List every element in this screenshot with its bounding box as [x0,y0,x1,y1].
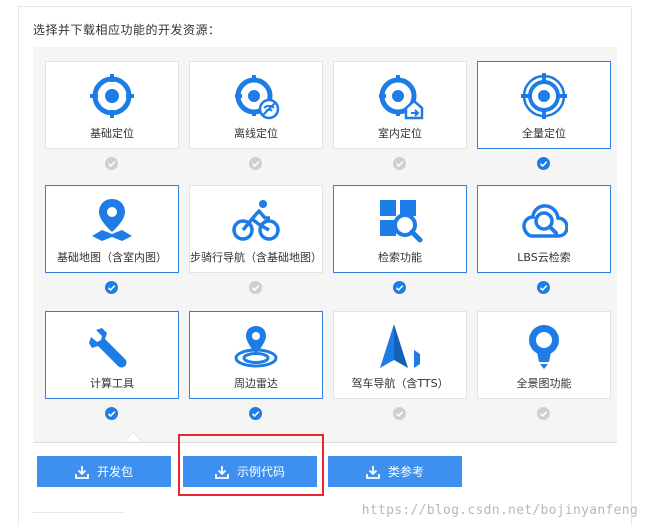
checkmark-icon [395,411,404,418]
feature-card[interactable]: 室内定位 [333,61,467,149]
feature-checkbox[interactable] [105,281,118,294]
feature-checkbox[interactable] [537,281,550,294]
bicycle-icon [232,196,280,244]
feature-checkbox[interactable] [393,407,406,420]
target-icon [88,72,136,120]
feature-card[interactable]: 步骑行导航（含基础地图） [189,185,323,273]
feature-card-label: 全量定位 [522,127,566,140]
panorama-icon [520,322,568,370]
wrench-icon [88,322,136,370]
feature-card[interactable]: 驾车导航（含TTS） [333,311,467,399]
download-icon [75,465,89,479]
divider [32,512,124,513]
target-indoor-icon [376,72,424,120]
checkmark-icon [107,285,116,292]
search-grid-icon [376,196,424,244]
feature-card-label: 全景图功能 [516,377,572,390]
checkmark-icon [395,285,404,292]
feature-card-label: 检索功能 [378,251,422,264]
feature-card[interactable]: 周边雷达 [189,311,323,399]
feature-card-label: 周边雷达 [234,377,278,390]
map-pin-icon [88,196,136,244]
sdk-download-panel: 选择并下载相应功能的开发资源： 基础定位 离线定位 室内定位 全量定位 基础地图… [18,6,632,526]
feature-checkbox[interactable] [249,281,262,294]
feature-checkbox[interactable] [393,281,406,294]
checkmark-icon [395,161,404,168]
feature-card-label: 基础地图（含室内图） [57,251,167,264]
feature-checkbox[interactable] [537,407,550,420]
download-icon [366,465,380,479]
checkmark-icon [539,285,548,292]
feature-checkbox[interactable] [393,157,406,170]
feature-card[interactable]: 全量定位 [477,61,611,149]
checkmark-icon [539,411,548,418]
feature-card[interactable]: 基础定位 [45,61,179,149]
feature-card-label: 离线定位 [234,127,278,140]
download-sample-code-button[interactable]: 示例代码 [183,456,317,487]
feature-card[interactable]: 全景图功能 [477,311,611,399]
checkmark-icon [251,411,260,418]
sample-code-label: 示例代码 [236,465,285,479]
feature-checkbox[interactable] [249,407,262,420]
selection-caret [125,433,141,441]
reference-label: 类参考 [387,465,424,479]
page-title: 选择并下载相应功能的开发资源： [33,23,221,37]
target-offline-icon [232,72,280,120]
feature-card[interactable]: LBS云检索 [477,185,611,273]
feature-card[interactable]: 计算工具 [45,311,179,399]
feature-card-label: 计算工具 [90,377,134,390]
download-icon [215,465,229,479]
feature-checkbox[interactable] [537,157,550,170]
target-full-icon [520,72,568,120]
cloud-search-icon [520,196,569,244]
feature-card[interactable]: 基础地图（含室内图） [45,185,179,273]
download-reference-button[interactable]: 类参考 [328,456,462,487]
feature-card-label: 室内定位 [378,127,422,140]
feature-grid: 基础定位 离线定位 室内定位 全量定位 基础地图（含室内图） 步骑行导航（含基础… [33,47,617,443]
checkmark-icon [251,161,260,168]
checkmark-icon [107,411,116,418]
feature-checkbox[interactable] [249,157,262,170]
download-dev-pack-button[interactable]: 开发包 [37,456,171,487]
feature-card-label: 驾车导航（含TTS） [351,377,449,390]
checkmark-icon [539,161,548,168]
feature-card-label: LBS云检索 [517,251,571,264]
feature-checkbox[interactable] [105,407,118,420]
checkmark-icon [107,161,116,168]
feature-card[interactable]: 检索功能 [333,185,467,273]
navigation-arrow-icon [376,322,424,370]
feature-card[interactable]: 离线定位 [189,61,323,149]
feature-checkbox[interactable] [105,157,118,170]
radar-icon [232,322,280,370]
watermark: https://blog.csdn.net/bojinyanfeng [361,503,638,518]
feature-card-label: 步骑行导航（含基础地图） [190,251,322,264]
dev-pack-label: 开发包 [96,465,133,479]
feature-card-label: 基础定位 [90,127,134,140]
checkmark-icon [251,285,260,292]
